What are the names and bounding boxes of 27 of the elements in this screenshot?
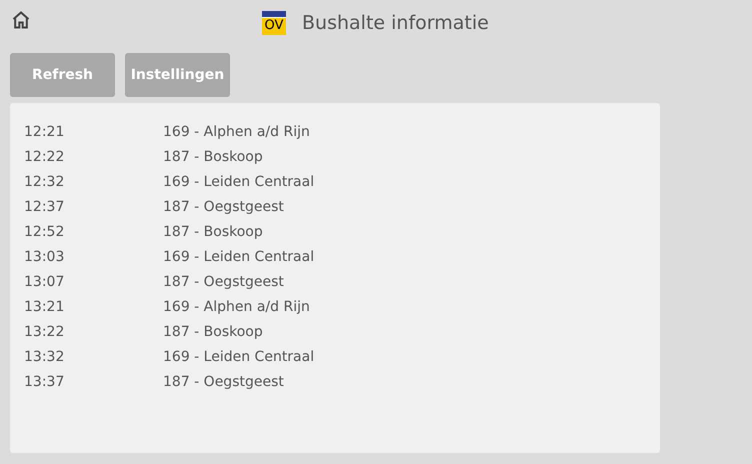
route-destination: 187 - Oegstgeest <box>163 373 284 392</box>
home-icon[interactable] <box>11 10 31 30</box>
departure-time: 13:22 <box>24 323 66 342</box>
route-destination: 169 - Alphen a/d Rijn <box>163 298 310 317</box>
route-destination: 187 - Oegstgeest <box>163 273 284 292</box>
departure-time: 13:07 <box>24 273 66 292</box>
route-destination: 169 - Leiden Centraal <box>163 248 314 267</box>
route-destination: 169 - Leiden Centraal <box>163 173 314 192</box>
departure-time: 13:32 <box>24 348 66 367</box>
departure-time: 13:21 <box>24 298 66 317</box>
departure-time: 13:03 <box>24 248 66 267</box>
departure-time: 12:37 <box>24 198 66 217</box>
route-destination: 169 - Alphen a/d Rijn <box>163 123 310 142</box>
route-destination: 169 - Leiden Centraal <box>163 348 314 367</box>
departure-time: 13:37 <box>24 373 66 392</box>
departure-time: 12:52 <box>24 223 66 242</box>
departure-time: 12:32 <box>24 173 66 192</box>
toolbar-button[interactable]: Instellingen <box>125 53 230 97</box>
departure-time: 12:21 <box>24 123 66 142</box>
toolbar-button[interactable]: Refresh <box>10 53 115 97</box>
route-destination: 187 - Boskoop <box>163 223 263 242</box>
logo: OV <box>262 11 286 36</box>
route-destination: 187 - Boskoop <box>163 323 263 342</box>
departure-time: 12:22 <box>24 148 66 167</box>
route-destination: 187 - Oegstgeest <box>163 198 284 217</box>
route-destination: 187 - Boskoop <box>163 148 263 167</box>
page-title: Bushalte informatie <box>302 11 489 36</box>
